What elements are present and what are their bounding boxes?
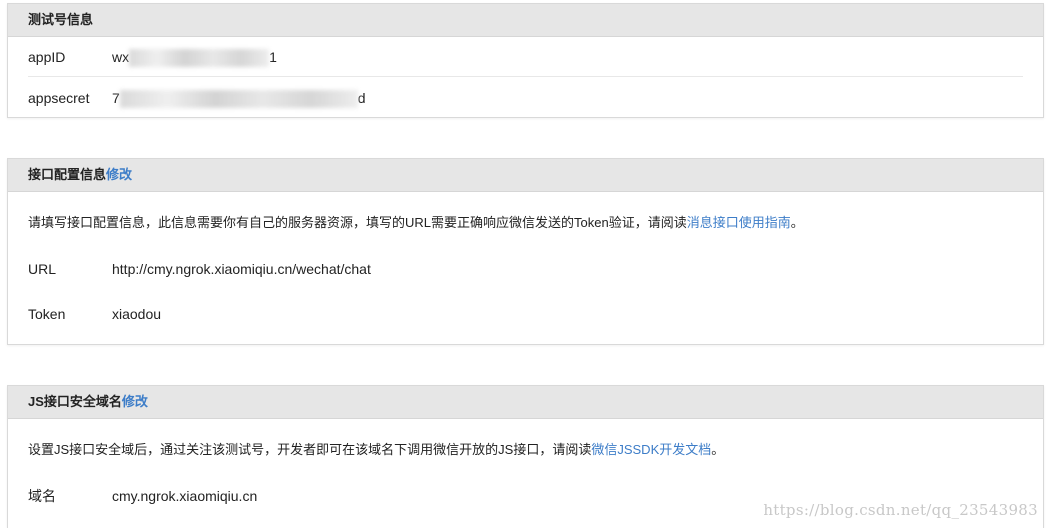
url-value: http://cmy.ngrok.xiaomiqiu.cn/wechat/cha… [112,261,371,277]
jssdk-doc-link[interactable]: 微信JSSDK开发文档 [591,442,711,457]
row-divider [28,76,1023,77]
interface-config-panel: 接口配置信息修改 请填写接口配置信息，此信息需要你有自己的服务器资源，填写的UR… [7,158,1044,345]
js-domain-description-end: 。 [711,442,725,457]
token-value: xiaodou [112,306,162,322]
interface-config-header: 接口配置信息修改 [8,159,1043,192]
token-row: Token xiaodou [28,302,1023,326]
js-domain-header: JS接口安全域名修改 [8,386,1043,419]
js-domain-edit-link[interactable]: 修改 [122,394,148,409]
token-label: Token [28,306,66,322]
url-label: URL [28,261,57,277]
interface-config-description-end: 。 [790,215,804,230]
appsecret-redaction [119,90,358,109]
appid-prefix: wx [112,49,130,65]
js-domain-description-text: 设置JS接口安全域后，通过关注该测试号，开发者即可在该域名下调用微信开放的JS接… [28,442,592,457]
appid-tail: 1 [269,49,277,65]
url-row: URL http://cmy.ngrok.xiaomiqiu.cn/wechat… [28,257,1023,281]
domain-value: cmy.ngrok.xiaomiqiu.cn [112,488,258,504]
appsecret-row: appsecret 7d [28,86,1023,110]
js-domain-title: JS接口安全域名 [28,394,122,409]
appsecret-value: 7d [112,86,366,110]
appsecret-label: appsecret [28,90,90,106]
appid-value: wx 1 [112,45,277,69]
domain-label: 域名 [28,488,56,504]
appid-label: appID [28,49,66,65]
interface-config-description: 请填写接口配置信息，此信息需要你有自己的服务器资源，填写的URL需要正确响应微信… [28,211,1023,235]
interface-config-edit-link[interactable]: 修改 [106,167,132,182]
js-domain-description: 设置JS接口安全域后，通过关注该测试号，开发者即可在该域名下调用微信开放的JS接… [28,438,1023,462]
test-account-panel: 测试号信息 appID wx 1 appsecret 7d [7,3,1044,118]
interface-config-description-text: 请填写接口配置信息，此信息需要你有自己的服务器资源，填写的URL需要正确响应微信… [28,215,687,230]
appsecret-prefix: 7 [112,90,120,106]
test-account-title: 测试号信息 [8,4,1043,37]
watermark: https://blog.csdn.net/qq_23543983 [763,501,1038,519]
appsecret-tail: d [357,90,366,106]
appid-row: appID wx 1 [28,45,1023,69]
message-interface-guide-link[interactable]: 消息接口使用指南 [687,215,791,230]
interface-config-title: 接口配置信息 [28,167,107,182]
appid-redaction [129,49,270,68]
